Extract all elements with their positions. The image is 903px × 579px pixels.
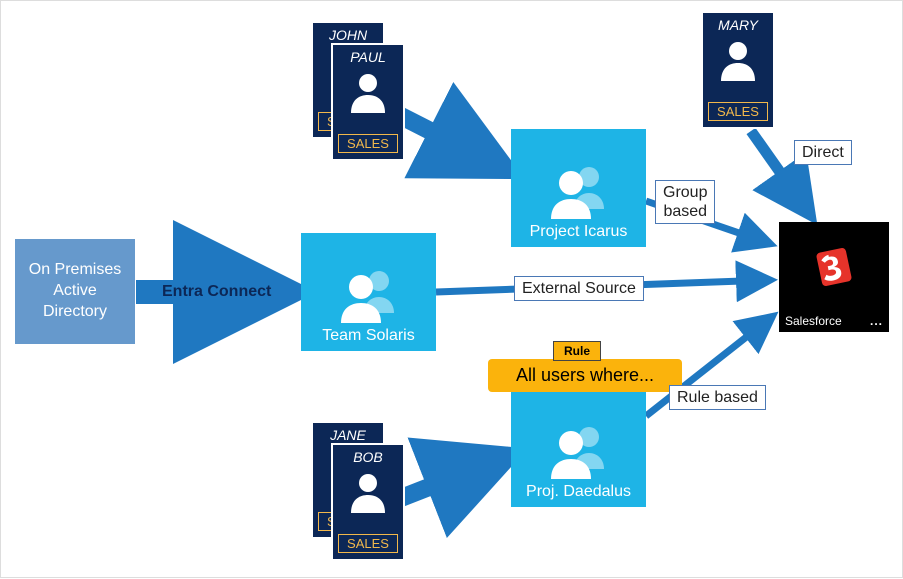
user-card-paul: PAUL SALES (331, 43, 405, 161)
user-card-bob: BOB SALES (331, 443, 405, 561)
group-team-solaris: Team Solaris (301, 233, 436, 351)
user-name: MARY (718, 17, 758, 33)
user-card-mary: MARY SALES (701, 11, 775, 129)
user-stack-john-paul: JOHN SALES PAUL SALES (311, 21, 411, 161)
group-project-icarus: Project Icarus (511, 129, 646, 247)
ellipsis-icon[interactable]: ... (870, 314, 883, 328)
person-icon (716, 37, 760, 81)
onprem-ad-node: On Premises Active Directory (15, 239, 135, 344)
user-name: PAUL (350, 49, 386, 65)
label-entra-connect: Entra Connect (155, 280, 278, 303)
label-rule-based: Rule based (669, 385, 766, 410)
group-icon (543, 163, 615, 219)
group-label: Team Solaris (322, 327, 414, 345)
group-icon (333, 267, 405, 323)
label-group-based: Group based (655, 180, 715, 224)
user-dept: SALES (338, 534, 398, 553)
user-name: BOB (353, 449, 383, 465)
group-proj-daedalus: Proj. Daedalus (511, 389, 646, 507)
user-name: JOHN (329, 27, 367, 43)
group-label: Proj. Daedalus (526, 483, 631, 501)
group-icon (543, 423, 615, 479)
salesforce-icon (779, 222, 889, 311)
rule-box: All users where... (488, 359, 682, 392)
salesforce-label: Salesforce (785, 314, 842, 328)
user-dept: SALES (708, 102, 768, 121)
person-icon (346, 69, 390, 113)
user-name: JANE (330, 427, 366, 443)
user-dept: SALES (338, 134, 398, 153)
salesforce-tile[interactable]: Salesforce ... (779, 222, 889, 332)
label-external-source: External Source (514, 276, 644, 301)
person-icon (346, 469, 390, 513)
group-label: Project Icarus (530, 223, 628, 241)
rule-tag: Rule (553, 341, 601, 361)
label-direct: Direct (794, 140, 852, 165)
user-stack-jane-bob: JANE SALES BOB SALES (311, 421, 411, 561)
